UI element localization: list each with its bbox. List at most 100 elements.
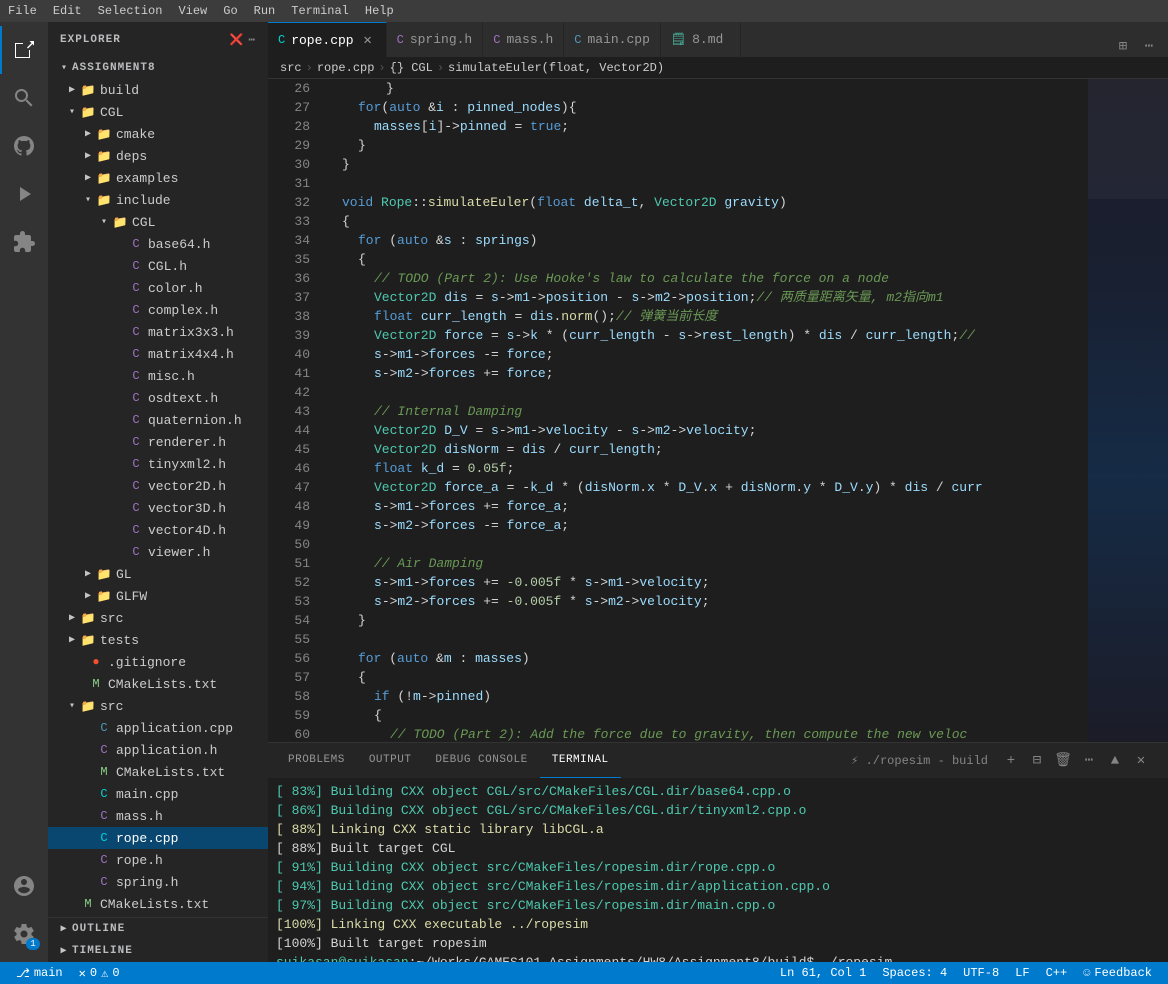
menu-file[interactable]: File	[8, 4, 37, 18]
sidebar-root[interactable]: ▾ ASSIGNMENT8	[48, 57, 268, 79]
split-editor-btn[interactable]: ⊞	[1112, 35, 1134, 57]
sidebar-item-osdh[interactable]: ▶ C osdtext.h	[48, 387, 268, 409]
tab-rope-cpp[interactable]: C rope.cpp ✕	[268, 22, 387, 57]
sidebar-item-cgl-sub[interactable]: ▾ 📁 CGL	[48, 211, 268, 233]
sidebar-item-ropeh[interactable]: ▶ C rope.h	[48, 849, 268, 871]
sidebar-item-renderh[interactable]: ▶ C renderer.h	[48, 431, 268, 453]
sidebar-item-colorh[interactable]: ▶ C color.h	[48, 277, 268, 299]
sidebar-item-apph[interactable]: ▶ C application.h	[48, 739, 268, 761]
sidebar-item-examples[interactable]: ▶ 📁 examples	[48, 167, 268, 189]
sidebar-item-glfw[interactable]: ▶ 📁 GLFW	[48, 585, 268, 607]
menu-terminal[interactable]: Terminal	[291, 4, 349, 18]
sidebar-item-massh[interactable]: ▶ C mass.h	[48, 805, 268, 827]
terminal-content[interactable]: [ 83%] Building CXX object CGL/src/CMake…	[268, 778, 1168, 962]
status-feedback[interactable]: ☺ Feedback	[1075, 962, 1160, 984]
code-line-45: Vector2D disNorm = dis / curr_length;	[326, 440, 1088, 459]
breadcrumb: src › rope.cpp › {} CGL › simulateEuler(…	[268, 57, 1168, 79]
menu-selection[interactable]: Selection	[98, 4, 163, 18]
panel-tab-problems[interactable]: PROBLEMS	[276, 743, 357, 778]
menu-view[interactable]: View	[178, 4, 207, 18]
panel-maximize-btn[interactable]: ▲	[1104, 750, 1126, 772]
sidebar-item-springh[interactable]: ▶ C spring.h	[48, 871, 268, 893]
sidebar-item-viewerh[interactable]: ▶ C viewer.h	[48, 541, 268, 563]
sidebar-item-quath[interactable]: ▶ C quaternion.h	[48, 409, 268, 431]
sidebar-item-vec2h[interactable]: ▶ C vector2D.h	[48, 475, 268, 497]
timeline-header[interactable]: ▶ Timeline	[48, 940, 268, 962]
activity-extensions[interactable]	[0, 218, 48, 266]
activity-git[interactable]	[0, 122, 48, 170]
breadcrumb-cgl[interactable]: {} CGL	[390, 61, 433, 75]
sidebar-item-complexh[interactable]: ▶ C complex.h	[48, 299, 268, 321]
tab-mass-h[interactable]: C mass.h	[483, 22, 564, 57]
outline-header[interactable]: ▶ Outline	[48, 918, 268, 940]
status-errors[interactable]: ✕ 0 ⚠ 0	[71, 962, 128, 984]
titlebar-menu[interactable]: File Edit Selection View Go Run Terminal…	[8, 4, 394, 18]
minimap[interactable]	[1088, 79, 1168, 742]
sidebar-item-cmake-last[interactable]: ▶ M CMakeLists.txt	[48, 893, 268, 915]
sidebar-item-cmake-src[interactable]: ▶ M CMakeLists.txt	[48, 761, 268, 783]
sidebar-item-include[interactable]: ▾ 📁 include	[48, 189, 268, 211]
menu-go[interactable]: Go	[223, 4, 237, 18]
sidebar-item-matrix3h[interactable]: ▶ C matrix3x3.h	[48, 321, 268, 343]
sidebar-item-appcpp[interactable]: ▶ C application.cpp	[48, 717, 268, 739]
tab-spring-h[interactable]: C spring.h	[387, 22, 484, 57]
sidebar-item-gitignore[interactable]: ▶ ● .gitignore	[48, 651, 268, 673]
status-line-col[interactable]: Ln 61, Col 1	[772, 962, 874, 984]
sidebar-item-src-top[interactable]: ▶ 📁 src	[48, 607, 268, 629]
sidebar-item-build[interactable]: ▶ 📁 build	[48, 79, 268, 101]
panel-tab-debug[interactable]: DEBUG CONSOLE	[423, 743, 539, 778]
panel-tab-terminal[interactable]: TERMINAL	[540, 743, 621, 778]
sidebar-item-cmake-root[interactable]: ▶ M CMakeLists.txt	[48, 673, 268, 695]
sidebar-item-ropecpp[interactable]: ▶ C rope.cpp	[48, 827, 268, 849]
sidebar-item-cglh[interactable]: ▶ C CGL.h	[48, 255, 268, 277]
activity-explorer[interactable]	[0, 26, 48, 74]
more-btn[interactable]: ⋯	[1138, 35, 1160, 57]
panel-add-btn[interactable]: +	[1000, 750, 1022, 772]
sidebar-item-matrix4h[interactable]: ▶ C matrix4x4.h	[48, 343, 268, 365]
sidebar-item-misch[interactable]: ▶ C misc.h	[48, 365, 268, 387]
activity-settings[interactable]: 1	[0, 910, 48, 958]
tab-8md[interactable]: 🗒 8.md	[661, 22, 741, 57]
sidebar-item-cmake[interactable]: ▶ 📁 cmake	[48, 123, 268, 145]
sidebar-item-vec4h[interactable]: ▶ C vector4D.h	[48, 519, 268, 541]
tab-rope-cpp-close[interactable]: ✕	[360, 32, 376, 48]
status-branch[interactable]: ⎇ main	[8, 962, 71, 984]
status-language[interactable]: C++	[1038, 962, 1076, 984]
activity-accounts[interactable]	[0, 862, 48, 910]
sidebar-item-cgl[interactable]: ▾ 📁 CGL	[48, 101, 268, 123]
minimap-slider[interactable]	[1088, 79, 1168, 199]
status-spaces[interactable]: Spaces: 4	[874, 962, 955, 984]
panel-actions: ⚡ ./ropesim - build + ⊟ 🗑 ⋯ ▲ ✕	[843, 750, 1160, 772]
sidebar-item-src-open[interactable]: ▾ 📁 src	[48, 695, 268, 717]
sidebar-item-base64h[interactable]: ▶ C base64.h	[48, 233, 268, 255]
spring-h-icon: C	[397, 33, 404, 47]
menu-help[interactable]: Help	[365, 4, 394, 18]
code-area[interactable]: } for(auto &i : pinned_nodes){ masses[i]…	[318, 79, 1088, 742]
tab-main-cpp[interactable]: C main.cpp	[564, 22, 661, 57]
sidebar-item-tests[interactable]: ▶ 📁 tests	[48, 629, 268, 651]
sidebar-item-maincpp[interactable]: ▶ C main.cpp	[48, 783, 268, 805]
sidebar-item-vec3h[interactable]: ▶ C vector3D.h	[48, 497, 268, 519]
activity-search[interactable]	[0, 74, 48, 122]
panel-tab-output[interactable]: OUTPUT	[357, 743, 424, 778]
menu-run[interactable]: Run	[254, 4, 276, 18]
breadcrumb-ropecpp[interactable]: rope.cpp	[317, 61, 375, 75]
breadcrumb-func[interactable]: simulateEuler(float, Vector2D)	[448, 61, 664, 75]
collapse-all-icon[interactable]: ⋯	[248, 33, 256, 47]
folder-icon: 📁	[96, 192, 112, 208]
menu-edit[interactable]: Edit	[53, 4, 82, 18]
sidebar-header-actions[interactable]: ❌ ⋯	[230, 33, 256, 47]
panel-trash-btn[interactable]: 🗑	[1052, 750, 1074, 772]
sidebar-item-tinyh[interactable]: ▶ C tinyxml2.h	[48, 453, 268, 475]
status-encoding[interactable]: UTF-8	[955, 962, 1007, 984]
editor-content[interactable]: 26 27 28 29 30 31 32 33 34 35 36 37 38 3…	[268, 79, 1168, 742]
sidebar-item-deps[interactable]: ▶ 📁 deps	[48, 145, 268, 167]
panel-more-btn[interactable]: ⋯	[1078, 750, 1100, 772]
activity-run[interactable]	[0, 170, 48, 218]
panel-close-btn[interactable]: ✕	[1130, 750, 1152, 772]
breadcrumb-src[interactable]: src	[280, 61, 302, 75]
sidebar-item-gl[interactable]: ▶ 📁 GL	[48, 563, 268, 585]
new-file-icon[interactable]: ❌	[230, 33, 245, 47]
panel-split-btn[interactable]: ⊟	[1026, 750, 1048, 772]
status-line-ending[interactable]: LF	[1007, 962, 1037, 984]
